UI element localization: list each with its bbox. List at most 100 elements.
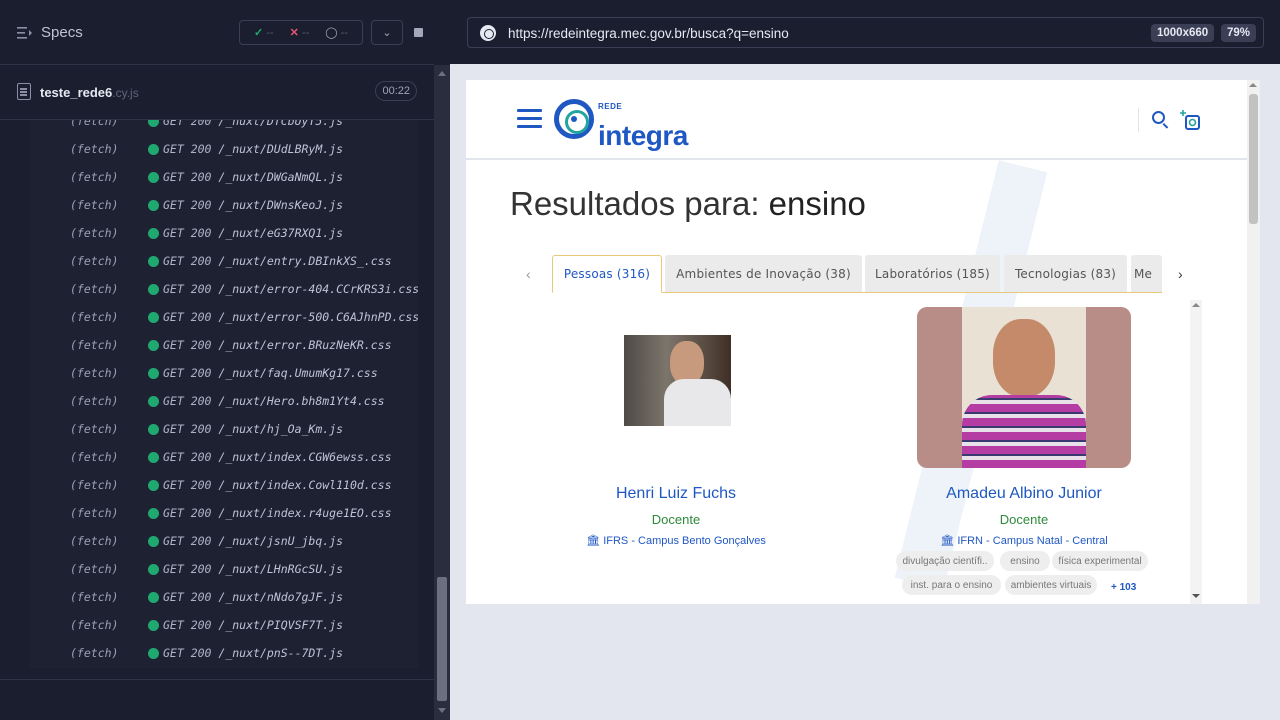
status-dot-icon: [148, 591, 159, 603]
log-type: (fetch): [70, 254, 119, 268]
log-url: /_nuxt/DWnsKeoJ.js: [218, 198, 344, 212]
log-url: /_nuxt/LHnRGcSU.js: [218, 562, 344, 576]
log-entry[interactable]: (fetch) GET 200 /_nuxt/LHnRGcSU.js: [70, 559, 343, 579]
scroll-down-icon[interactable]: [438, 708, 446, 713]
log-method: GET 200: [163, 394, 212, 408]
scroll-up-icon[interactable]: [1249, 83, 1257, 87]
specs-label: Specs: [41, 24, 83, 41]
log-method: GET 200: [163, 254, 212, 268]
log-entry[interactable]: (fetch) GET 200 /_nuxt/error-404.CCrKRS3i…: [70, 279, 418, 299]
log-url: /_nuxt/index.r4uge1EO.css: [218, 506, 392, 520]
log-type: (fetch): [70, 310, 119, 324]
status-dot-icon: [148, 283, 159, 295]
log-scrollbar[interactable]: [434, 65, 450, 720]
status-dot-icon: [148, 395, 159, 407]
result-tabs: Pessoas (316) Ambientes de Inovação (38)…: [552, 255, 1162, 293]
pending-icon: ◯: [325, 27, 338, 39]
log-url: /_nuxt/nNdo7gJF.js: [218, 590, 344, 604]
log-entry[interactable]: (fetch) GET 200 /_nuxt/index.r4uge1EO.css: [70, 503, 392, 523]
status-dot-icon: [148, 311, 159, 323]
log-method: GET 200: [163, 534, 212, 548]
specs-toggle[interactable]: Specs: [17, 24, 83, 41]
chevron-down-icon: ⌄: [382, 27, 392, 39]
log-entry[interactable]: (fetch) GET 200 /_nuxt/nNdo7gJF.js: [70, 587, 343, 607]
log-url: /_nuxt/jsnU_jbq.js: [218, 534, 344, 548]
tag-chip[interactable]: ambientes virtuais: [1005, 575, 1097, 595]
log-method: GET 200: [163, 646, 212, 660]
spec-file-row[interactable]: teste_rede6.cy.js 00:22: [0, 65, 434, 120]
log-method: GET 200: [163, 282, 212, 296]
tab-tecnologias[interactable]: Tecnologias (83): [1004, 255, 1127, 292]
log-method: GET 200: [163, 506, 212, 520]
more-tags-link[interactable]: + 103: [1111, 582, 1136, 593]
tag-chip[interactable]: inst. para o ensino: [902, 575, 1001, 595]
log-type: (fetch): [70, 478, 119, 492]
url-box[interactable]: https://redeintegra.mec.gov.br/busca?q=e…: [467, 17, 1264, 48]
log-entry[interactable]: (fetch) GET 200 /_nuxt/index.CGW6ewss.css: [70, 447, 392, 467]
log-url: /_nuxt/hj_Oa_Km.js: [218, 422, 344, 436]
tab-laboratorios[interactable]: Laboratórios (185): [865, 255, 1000, 292]
results-term: ensino: [768, 185, 866, 222]
search-icon[interactable]: [1152, 111, 1165, 124]
viewport-size[interactable]: 1000x660: [1151, 24, 1215, 42]
log-type: (fetch): [70, 120, 119, 128]
results-scrollbar[interactable]: [1190, 300, 1202, 604]
log-url: /_nuxt/error-404.CCrKRS3i.css: [218, 282, 418, 296]
page-scrollbar[interactable]: [1247, 80, 1260, 604]
log-entry[interactable]: (fetch) GET 200 /_nuxt/pnS--7DT.js: [70, 643, 343, 663]
tab-pessoas[interactable]: Pessoas (316): [552, 255, 662, 293]
log-entry[interactable]: (fetch) GET 200 /_nuxt/faq.UmumKg17.css: [70, 363, 378, 383]
log-entry[interactable]: (fetch) GET 200 /_nuxt/DWnsKeoJ.js: [70, 195, 343, 215]
tag-chip[interactable]: divulgação científi..: [896, 551, 994, 571]
person-role: Docente: [651, 512, 701, 527]
log-url: /_nuxt/index.Cowl110d.css: [218, 478, 392, 492]
status-dot-icon: [148, 255, 159, 267]
logo-mark[interactable]: [554, 99, 594, 139]
dropdown-button[interactable]: ⌄: [371, 20, 403, 45]
status-dot-icon: [148, 451, 159, 463]
log-method: GET 200: [163, 120, 212, 128]
log-url: /_nuxt/DUdLBRyM.js: [218, 142, 344, 156]
scroll-thumb[interactable]: [1249, 94, 1258, 224]
person-name[interactable]: Henri Luiz Fuchs: [576, 485, 776, 503]
specs-list-icon: [17, 26, 32, 39]
log-entry[interactable]: (fetch) GET 200 /_nuxt/Hero.bh8m1Yt4.css: [70, 391, 385, 411]
stop-icon: [413, 28, 423, 37]
log-entry[interactable]: (fetch) GET 200 /_nuxt/eG37RXQ1.js: [70, 223, 343, 243]
spec-file-name: teste_rede6: [40, 85, 113, 100]
log-entry[interactable]: (fetch) GET 200 /_nuxt/DTCbUyT5.js: [70, 120, 343, 131]
tab-next-icon[interactable]: ›: [1178, 266, 1183, 282]
tab-more[interactable]: Me: [1131, 255, 1162, 292]
menu-icon[interactable]: [517, 109, 542, 128]
log-entry[interactable]: (fetch) GET 200 /_nuxt/DUdLBRyM.js: [70, 139, 343, 159]
person-photo[interactable]: [917, 307, 1131, 468]
tab-ambientes[interactable]: Ambientes de Inovação (38): [665, 255, 862, 292]
log-entry[interactable]: (fetch) GET 200 /_nuxt/hj_Oa_Km.js: [70, 419, 343, 439]
scroll-thumb[interactable]: [437, 577, 447, 701]
tab-prev-icon[interactable]: ‹: [526, 266, 531, 282]
log-entry[interactable]: (fetch) GET 200 /_nuxt/DWGaNmQL.js: [70, 167, 343, 187]
log-entry[interactable]: (fetch) GET 200 /_nuxt/PIQVSF7T.js: [70, 615, 343, 635]
scroll-up-icon[interactable]: [438, 71, 446, 76]
stop-button[interactable]: [403, 20, 433, 45]
log-url: /_nuxt/PIQVSF7T.js: [218, 618, 344, 632]
log-method: GET 200: [163, 338, 212, 352]
scroll-up-icon[interactable]: [1192, 303, 1200, 307]
person-institution: 🏛 IFRS - Campus Bento Gonçalves: [586, 535, 766, 547]
log-url: /_nuxt/error-500.C6AJhnPD.css: [218, 310, 418, 324]
log-type: (fetch): [70, 366, 119, 380]
log-entry[interactable]: (fetch) GET 200 /_nuxt/jsnU_jbq.js: [70, 531, 343, 551]
tag-chip[interactable]: física experimental: [1052, 551, 1148, 571]
log-type: (fetch): [70, 142, 119, 156]
tag-chip[interactable]: ensino: [1000, 551, 1050, 571]
zoom-level[interactable]: 79%: [1221, 24, 1257, 42]
person-photo[interactable]: [624, 335, 731, 426]
log-entry[interactable]: (fetch) GET 200 /_nuxt/error-500.C6AJhnPD…: [70, 307, 418, 327]
scroll-down-icon[interactable]: [1192, 594, 1200, 598]
log-entry[interactable]: (fetch) GET 200 /_nuxt/entry.DBInkXS_.css: [70, 251, 392, 271]
person-name[interactable]: Amadeu Albino Junior: [924, 485, 1124, 503]
log-entry[interactable]: (fetch) GET 200 /_nuxt/index.Cowl110d.css: [70, 475, 392, 495]
log-url: /_nuxt/pnS--7DT.js: [218, 646, 344, 660]
ai-search-icon[interactable]: [1180, 109, 1202, 131]
log-entry[interactable]: (fetch) GET 200 /_nuxt/error.BRuzNeKR.css: [70, 335, 392, 355]
